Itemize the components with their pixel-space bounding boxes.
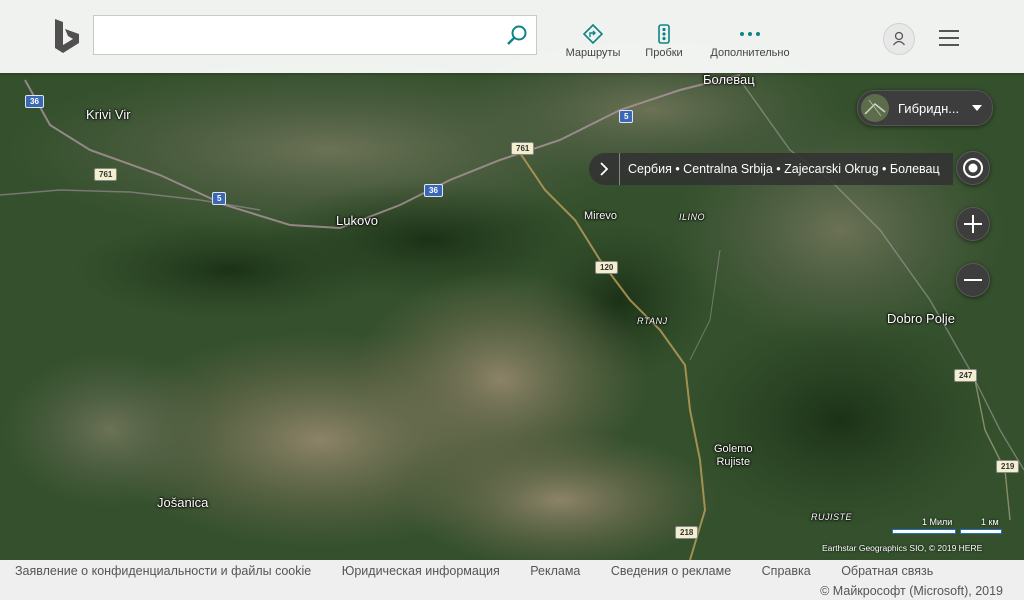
place-label-krivi-vir[interactable]: Krivi Vir [86,107,131,122]
search-input[interactable] [104,16,508,54]
map-attribution: Earthstar Geographics SIO, © 2019 HERE [822,543,983,553]
locate-me-button[interactable] [956,151,990,185]
place-label-golemo-rujiste[interactable]: Golemo Rujiste [714,443,753,469]
map-style-label: Гибридн... [898,101,960,116]
place-label-rujiste: RUJISTE [811,512,853,522]
feedback-link[interactable]: Обратная связь [841,564,933,578]
user-icon [892,31,906,46]
zoom-in-button[interactable] [956,207,990,241]
scale-miles-bar [892,529,956,534]
more-button[interactable]: Дополнительно [703,24,797,59]
more-label: Дополнительно [710,47,790,59]
road-shield-36: 36 [424,184,443,197]
road-shield-5: 5 [212,192,227,205]
hybrid-thumbnail-icon [861,94,889,122]
bing-logo-icon[interactable] [53,19,83,55]
legal-link[interactable]: Юридическая информация [342,564,500,578]
sign-in-button[interactable] [883,23,915,55]
road-shield-219: 219 [996,460,1020,473]
scale-km-label: 1 км [981,517,999,527]
scale-km-bar [960,529,1002,534]
minus-icon [964,279,982,281]
place-label-josanica[interactable]: Jošanica [157,495,208,510]
traffic-button[interactable]: Пробки [640,24,688,59]
about-ads-link[interactable]: Сведения о рекламе [611,564,731,578]
road-shield-247: 247 [954,369,978,382]
map-scale: 1 Мили 1 км [892,517,1002,537]
road-shield-36: 36 [25,95,44,108]
chevron-down-icon [972,105,982,111]
privacy-link[interactable]: Заявление о конфиденциальности и файлы c… [15,564,311,578]
satellite-map[interactable]: Krivi Vir Lukovo Mirevo ILINO RTANJ Dobr… [0,0,1024,600]
place-label-dobro-polje[interactable]: Dobro Polje [887,311,955,326]
road-shield-761: 761 [94,168,118,181]
top-bar: Маршруты Пробки Дополнительно [0,0,1024,73]
traffic-light-icon [658,24,670,44]
chevron-right-icon [600,162,609,176]
road-shield-5: 5 [619,110,634,123]
locate-icon [963,158,983,178]
breadcrumb-toggle-button[interactable] [589,153,620,185]
more-dots-icon [740,32,760,36]
directions-icon [582,24,604,44]
place-label-rtanj: RTANJ [637,316,668,326]
place-label-ilino: ILINO [679,212,706,222]
breadcrumb-text[interactable]: Сербия • Centralna Srbija • Zajecarski O… [628,162,940,176]
location-breadcrumb[interactable]: Сербия • Centralna Srbija • Zajecarski O… [589,153,953,185]
plus-icon [964,215,982,233]
road-shield-761: 761 [511,142,535,155]
search-box[interactable] [93,15,537,55]
scale-miles-label: 1 Мили [922,517,953,527]
place-label-lukovo[interactable]: Lukovo [336,213,378,228]
advertise-link[interactable]: Реклама [530,564,580,578]
directions-button[interactable]: Маршруты [562,24,624,59]
place-label-mirevo[interactable]: Mirevo [584,210,617,222]
footer: Заявление о конфиденциальности и файлы c… [0,560,1024,600]
help-link[interactable]: Справка [762,564,811,578]
copyright-text: © Майкрософт (Microsoft), 2019 [820,584,1003,598]
hamburger-menu-icon[interactable] [937,28,961,48]
place-label-bolevac[interactable]: Болевац [703,72,755,87]
directions-label: Маршруты [565,47,621,59]
traffic-label: Пробки [645,47,683,59]
search-icon[interactable] [506,24,528,46]
map-style-dropdown[interactable]: Гибридн... [857,90,993,126]
road-shield-218: 218 [675,526,699,539]
zoom-out-button[interactable] [956,263,990,297]
road-shield-120: 120 [595,261,619,274]
